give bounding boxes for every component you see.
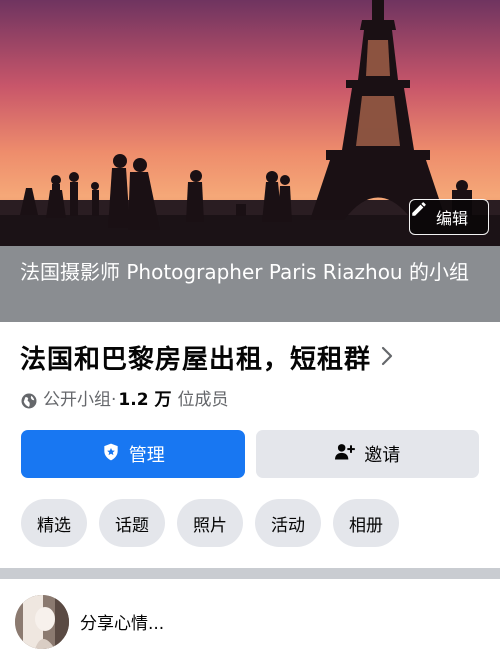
group-tabs: 精选 话题 照片 活动 相册	[21, 499, 399, 547]
globe-icon	[20, 391, 38, 409]
group-title-text: 法国和巴黎房屋出租，短租群	[20, 345, 372, 375]
tab-topics[interactable]: 话题	[99, 499, 165, 547]
tab-photos[interactable]: 照片	[177, 499, 243, 547]
composer-prompt[interactable]: 分享心情...	[80, 609, 164, 634]
group-actions: 管理 邀请	[21, 430, 479, 478]
section-divider	[0, 568, 500, 579]
manage-label: 管理	[128, 445, 165, 466]
post-composer[interactable]: 分享心情...	[0, 579, 500, 667]
meta-separator: ·	[111, 390, 117, 410]
chevron-right-icon	[381, 340, 393, 380]
group-meta: 公开小组 · 1.2 万 位成员	[20, 386, 228, 414]
member-count[interactable]: 1.2 万	[118, 386, 171, 414]
group-cover-photo[interactable]: 编辑	[0, 0, 500, 246]
manage-button[interactable]: 管理	[21, 430, 245, 478]
members-suffix[interactable]: 位成员	[177, 386, 228, 414]
edit-cover-label: 编辑	[435, 209, 468, 228]
group-owner-link[interactable]: 法国摄影师 Photographer Paris Riazhou 的小组	[0, 246, 500, 322]
add-person-icon	[334, 442, 356, 467]
invite-button[interactable]: 邀请	[255, 430, 479, 478]
invite-label: 邀请	[364, 445, 401, 466]
group-title[interactable]: 法国和巴黎房屋出租，短租群	[20, 340, 480, 380]
tab-events[interactable]: 活动	[255, 499, 321, 547]
privacy-label[interactable]: 公开小组	[43, 386, 111, 414]
tab-featured[interactable]: 精选	[21, 499, 87, 547]
edit-cover-button[interactable]: 编辑	[409, 199, 489, 235]
shield-icon	[101, 442, 121, 467]
tab-albums[interactable]: 相册	[333, 499, 399, 547]
avatar[interactable]	[15, 595, 69, 649]
